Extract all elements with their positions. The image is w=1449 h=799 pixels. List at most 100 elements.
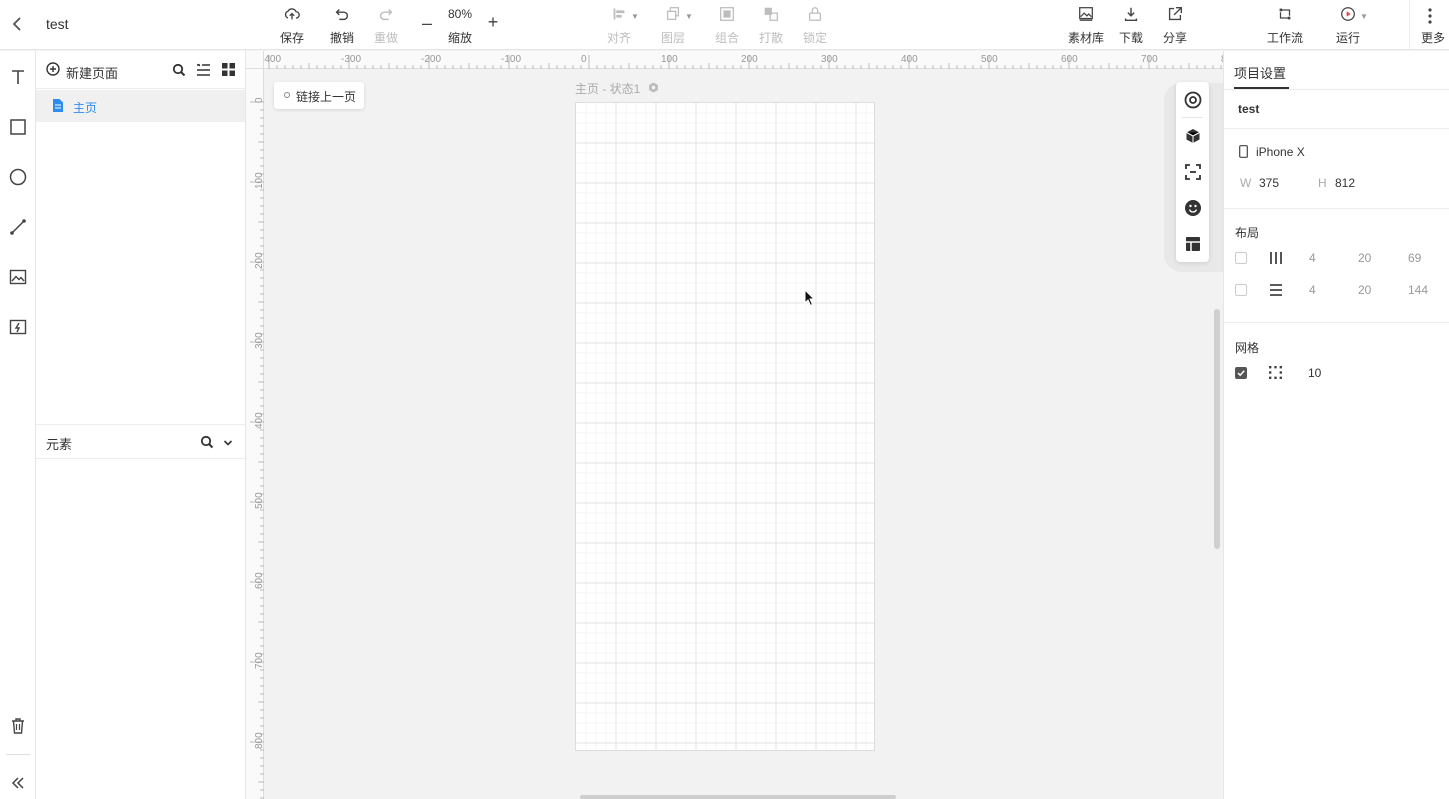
lock-button[interactable]: 锁定 — [795, 4, 835, 46]
top-toolbar: test 保存 撤销 重做 – 80% 缩放 + 对齐 ▼ 图层 ▼ 组合 打散… — [0, 0, 1449, 50]
layout-rows-checkbox[interactable] — [1235, 284, 1247, 296]
run-button[interactable]: 运行 — [1328, 4, 1368, 46]
hotspot-tool-icon[interactable] — [6, 315, 30, 339]
ungroup-button[interactable]: 打散 — [751, 4, 791, 46]
ruler-h-label: 300 — [821, 54, 838, 65]
columns-count[interactable]: 4 — [1309, 251, 1316, 265]
add-circle-icon[interactable] — [46, 62, 60, 76]
workflow-icon — [1279, 8, 1291, 20]
target-icon[interactable] — [1184, 91, 1202, 112]
file-icon — [53, 99, 63, 115]
phone-icon — [1239, 145, 1248, 161]
cloud-upload-icon — [284, 8, 300, 20]
zoom-out-button[interactable]: – — [419, 14, 435, 32]
floating-toolbar — [1176, 82, 1209, 262]
redo-button[interactable]: 重做 — [366, 4, 406, 46]
tab-project-settings[interactable]: 项目设置 — [1234, 63, 1286, 82]
save-button[interactable]: 保存 — [272, 4, 312, 46]
ruler-h-label: -100 — [501, 54, 521, 65]
redo-label: 重做 — [373, 31, 398, 45]
share-button[interactable]: 分享 — [1155, 4, 1195, 46]
columns-width[interactable]: 69 — [1408, 251, 1421, 265]
columns-gutter[interactable]: 20 — [1358, 251, 1371, 265]
ruler-v-label: 700 — [254, 652, 264, 669]
group-label: 组合 — [714, 31, 739, 45]
page-item-label: 主页 — [73, 101, 98, 115]
width-input[interactable]: 375 — [1259, 176, 1279, 190]
undo-label: 撤销 — [329, 31, 354, 45]
vertical-scrollbar[interactable] — [1214, 309, 1220, 549]
zoom-in-button[interactable]: + — [485, 13, 501, 31]
design-canvas[interactable]: -400-300-200-10001002003004005006007008 … — [246, 51, 1223, 799]
layout-title: 布局 — [1235, 226, 1260, 240]
link-prev-page-label: 链接上一页 — [296, 90, 357, 104]
search-icon[interactable] — [172, 63, 186, 80]
workflow-button[interactable]: 工作流 — [1265, 4, 1305, 46]
more-button[interactable]: 更多 — [1409, 0, 1449, 50]
align-button[interactable]: 对齐 — [599, 4, 639, 46]
cube-icon[interactable] — [1184, 127, 1202, 148]
ruler-h-label: -400 — [261, 54, 281, 65]
grid-view-icon[interactable] — [222, 63, 235, 79]
columns-icon — [1269, 251, 1283, 268]
scan-icon[interactable] — [1184, 163, 1202, 184]
emoji-icon[interactable] — [1184, 199, 1202, 220]
settings-divider-1 — [1224, 128, 1449, 129]
layout-columns-checkbox[interactable] — [1235, 252, 1247, 264]
ruler-h-label: 500 — [981, 54, 998, 65]
rectangle-tool-icon[interactable] — [6, 115, 30, 139]
ruler-corner — [246, 51, 264, 69]
group-button[interactable]: 组合 — [707, 4, 747, 46]
chevron-left-icon[interactable] — [8, 14, 26, 34]
grid-checkbox[interactable] — [1235, 367, 1247, 379]
page-item-home[interactable]: 主页 — [36, 90, 245, 122]
elements-search-icon[interactable] — [200, 435, 214, 452]
rows-count[interactable]: 4 — [1309, 283, 1316, 297]
artboard-title[interactable]: 主页 - 状态1 — [575, 80, 640, 97]
horizontal-scrollbar[interactable] — [580, 795, 896, 799]
chevron-down-icon[interactable] — [223, 437, 233, 451]
undo-button[interactable]: 撤销 — [322, 4, 362, 46]
collapse-panel-icon[interactable] — [6, 771, 30, 795]
save-label: 保存 — [279, 31, 304, 45]
download-button[interactable]: 下载 — [1111, 4, 1151, 46]
trash-icon[interactable] — [6, 714, 30, 738]
height-input[interactable]: 812 — [1335, 176, 1355, 190]
ruler-h-label: 100 — [661, 54, 678, 65]
assets-button[interactable]: 素材库 — [1066, 4, 1106, 46]
ungroup-label: 打散 — [758, 31, 783, 45]
align-label: 对齐 — [606, 31, 631, 45]
text-tool-icon[interactable] — [6, 65, 30, 89]
settings-project-name[interactable]: test — [1238, 102, 1259, 116]
tool-rail — [0, 51, 36, 799]
line-tool-icon[interactable] — [6, 215, 30, 239]
grid-overlay — [576, 103, 874, 750]
image-tool-icon[interactable] — [6, 265, 30, 289]
project-name[interactable]: test — [46, 16, 69, 32]
template-icon[interactable] — [1184, 235, 1202, 256]
new-page-button[interactable]: 新建页面 — [66, 63, 118, 82]
layer-caret-icon: ▼ — [685, 12, 693, 21]
elements-header: 元素 — [36, 424, 245, 459]
group-icon — [720, 7, 734, 21]
ruler-v-label: 0 — [254, 97, 264, 103]
artboard[interactable] — [575, 102, 875, 751]
link-prev-page-button[interactable]: 链接上一页 — [274, 82, 364, 109]
lock-label: 锁定 — [802, 31, 827, 45]
settings-divider-3 — [1224, 322, 1449, 323]
ellipse-tool-icon[interactable] — [6, 165, 30, 189]
pages-panel: 新建页面 主页 元素 — [36, 51, 246, 799]
settings-gear-icon[interactable] — [648, 82, 659, 96]
rows-gutter[interactable]: 20 — [1358, 283, 1371, 297]
device-select[interactable]: iPhone X — [1256, 145, 1305, 159]
zoom-value[interactable]: 80% — [440, 7, 480, 21]
layer-label: 图层 — [660, 31, 685, 45]
rows-height[interactable]: 144 — [1408, 283, 1428, 297]
list-view-icon[interactable] — [196, 63, 211, 80]
layer-button[interactable]: 图层 — [653, 4, 693, 46]
height-label: H — [1318, 176, 1327, 190]
more-label: 更多 — [1421, 31, 1446, 45]
ruler-h-label: -200 — [421, 54, 441, 65]
play-circle-icon — [1341, 7, 1355, 21]
grid-size-input[interactable]: 10 — [1308, 366, 1321, 380]
